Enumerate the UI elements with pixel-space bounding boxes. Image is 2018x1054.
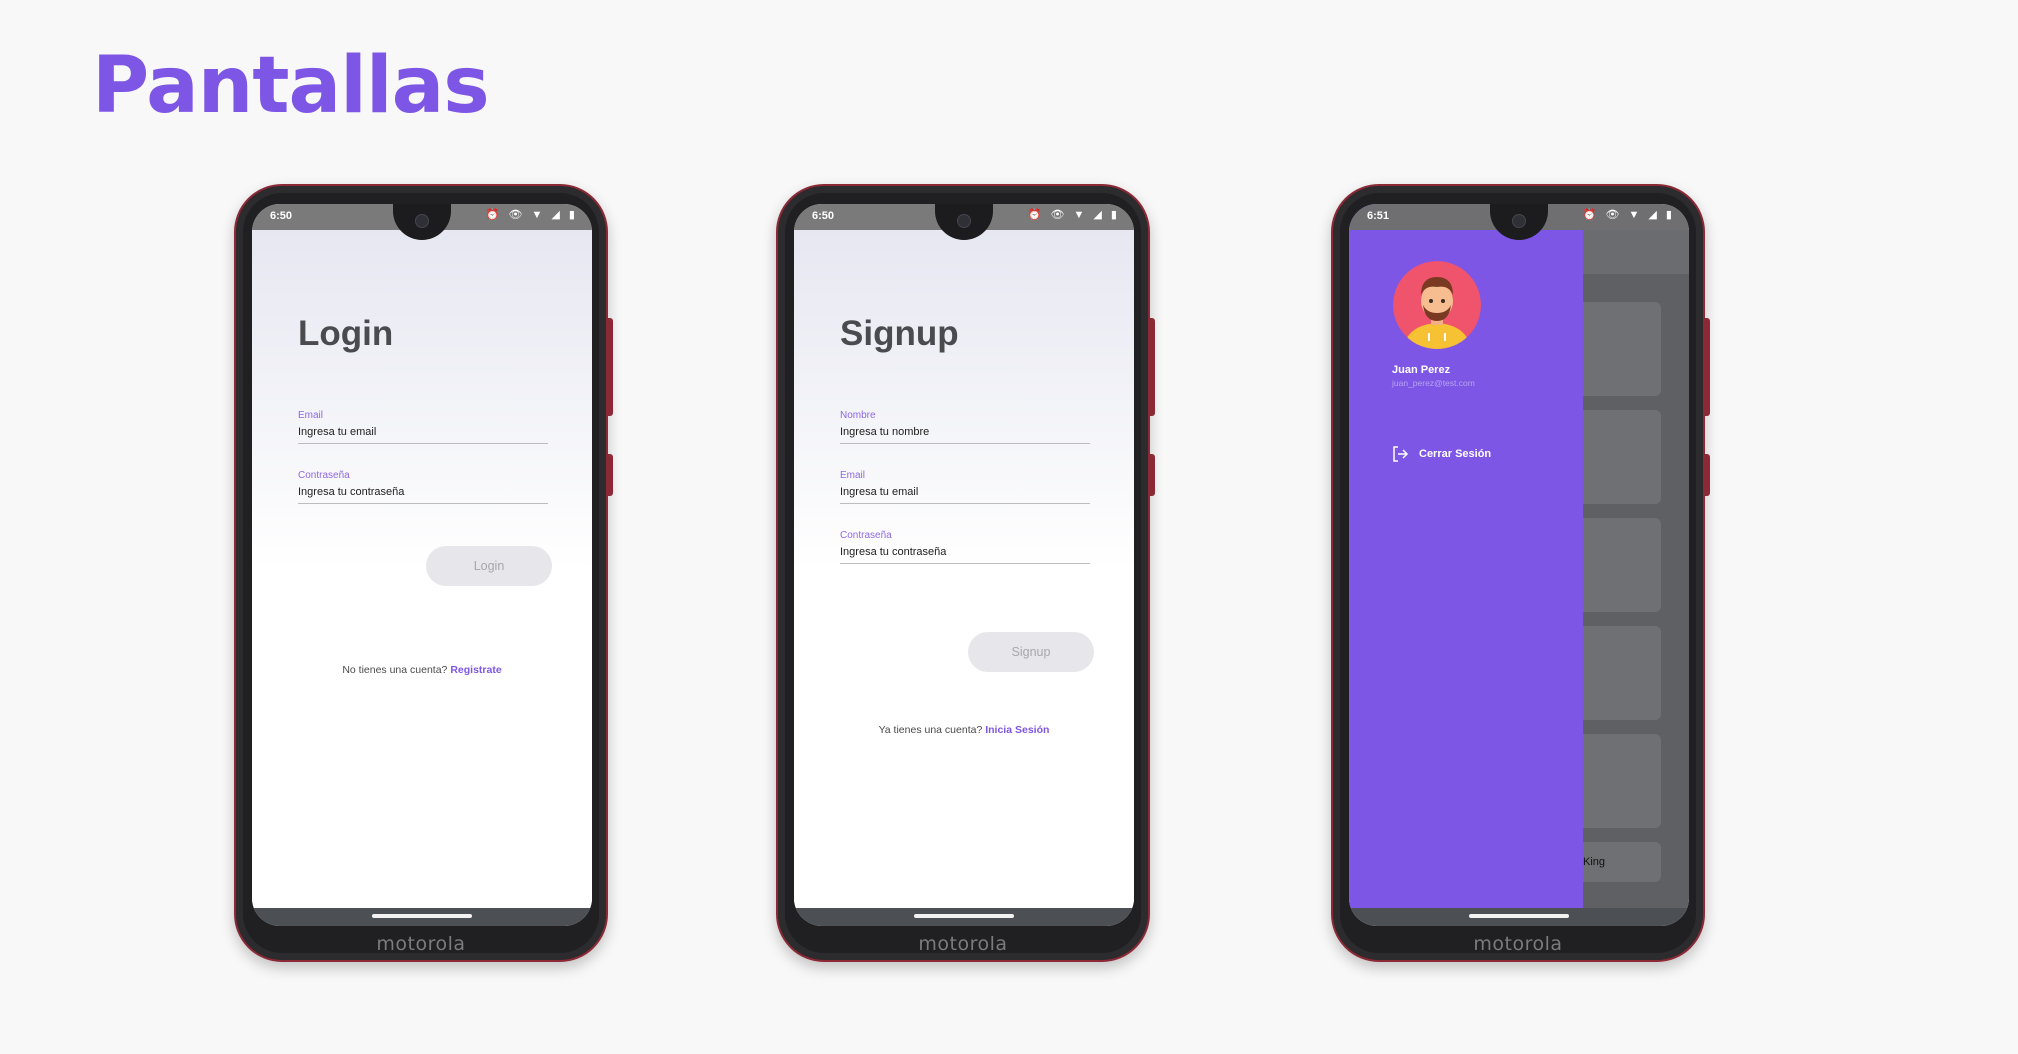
status-time: 6:50 bbox=[270, 210, 293, 222]
volume-button bbox=[1150, 318, 1155, 416]
home-card bbox=[1575, 410, 1661, 504]
login-link[interactable]: Inicia Sesión bbox=[985, 724, 1049, 736]
password-field[interactable]: Contraseña Ingresa tu contraseña bbox=[840, 530, 1090, 564]
signup-content: Signup Nombre Ingresa tu nombre Email In… bbox=[794, 230, 1134, 908]
navigation-drawer: Juan Perez juan_perez@test.com Cerrar Se… bbox=[1349, 204, 1583, 908]
name-input[interactable]: Ingresa tu nombre bbox=[840, 426, 1090, 438]
logout-label: Cerrar Sesión bbox=[1419, 448, 1492, 460]
login-screen: 6:50 ⏰ 👁 ▼ ◢ ▮ Login Email Ingresa tu em… bbox=[252, 204, 592, 926]
home-gesture-bar[interactable] bbox=[1469, 914, 1569, 918]
drawer-screen: 6:51 ⏰ 👁 ▼ ◢ ▮ King Juan Perez juan_pere… bbox=[1349, 204, 1689, 926]
avatar-icon bbox=[1393, 261, 1481, 349]
camera-icon bbox=[415, 214, 429, 228]
email-field[interactable]: Email Ingresa tu email bbox=[298, 410, 548, 444]
signup-button[interactable]: Signup bbox=[968, 632, 1094, 672]
email-label: Email bbox=[840, 470, 866, 481]
home-card-label: King bbox=[1583, 856, 1606, 868]
volume-button bbox=[1705, 318, 1710, 416]
home-card bbox=[1575, 518, 1661, 612]
brand-logo: motorola bbox=[918, 933, 1008, 955]
power-button bbox=[1705, 454, 1710, 496]
password-field[interactable]: Contraseña Ingresa tu contraseña bbox=[298, 470, 548, 504]
logout-menu-item[interactable]: Cerrar Sesión bbox=[1391, 444, 1491, 464]
signup-screen: 6:50 ⏰ 👁 ▼ ◢ ▮ Signup Nombre Ingresa tu … bbox=[794, 204, 1134, 926]
status-icons: ⏰ 👁 ▼ ◢ ▮ bbox=[485, 209, 578, 221]
home-card bbox=[1575, 626, 1661, 720]
home-card bbox=[1575, 734, 1661, 828]
status-icons: ⏰ 👁 ▼ ◢ ▮ bbox=[1027, 209, 1120, 221]
password-label: Contraseña bbox=[840, 530, 892, 541]
nav-bar bbox=[252, 908, 592, 926]
password-input[interactable]: Ingresa tu contraseña bbox=[298, 486, 548, 498]
profile-name: Juan Perez bbox=[1392, 364, 1451, 376]
power-button bbox=[1150, 454, 1155, 496]
signup-heading: Signup bbox=[840, 314, 959, 353]
password-input[interactable]: Ingresa tu contraseña bbox=[840, 546, 1090, 558]
phone-drawer: 6:51 ⏰ 👁 ▼ ◢ ▮ King Juan Perez juan_pere… bbox=[1331, 184, 1710, 962]
brand-logo: motorola bbox=[1473, 933, 1563, 955]
login-prompt-text: Ya tienes una cuenta? bbox=[878, 724, 983, 736]
login-heading: Login bbox=[298, 314, 394, 353]
camera-icon bbox=[957, 214, 971, 228]
email-field[interactable]: Email Ingresa tu email bbox=[840, 470, 1090, 504]
register-prompt-text: No tienes una cuenta? bbox=[342, 664, 448, 676]
phone-signup: 6:50 ⏰ 👁 ▼ ◢ ▮ Signup Nombre Ingresa tu … bbox=[776, 184, 1155, 962]
password-label: Contraseña bbox=[298, 470, 350, 481]
brand-logo: motorola bbox=[376, 933, 466, 955]
name-field[interactable]: Nombre Ingresa tu nombre bbox=[840, 410, 1090, 444]
status-time: 6:51 bbox=[1367, 210, 1390, 222]
status-icons: ⏰ 👁 ▼ ◢ ▮ bbox=[1582, 209, 1675, 221]
phone-login: 6:50 ⏰ 👁 ▼ ◢ ▮ Login Email Ingresa tu em… bbox=[234, 184, 613, 962]
page-title: Pantallas bbox=[92, 41, 490, 131]
login-content: Login Email Ingresa tu email Contraseña … bbox=[252, 230, 592, 908]
register-prompt: No tienes una cuenta? Registrate bbox=[252, 664, 592, 676]
home-gesture-bar[interactable] bbox=[914, 914, 1014, 918]
name-label: Nombre bbox=[840, 410, 876, 421]
logout-icon bbox=[1391, 445, 1409, 463]
email-label: Email bbox=[298, 410, 324, 421]
register-link[interactable]: Registrate bbox=[450, 664, 501, 676]
power-button bbox=[608, 454, 613, 496]
nav-bar bbox=[1349, 908, 1689, 926]
nav-bar bbox=[794, 908, 1134, 926]
camera-icon bbox=[1512, 214, 1526, 228]
email-input[interactable]: Ingresa tu email bbox=[840, 486, 1090, 498]
login-prompt: Ya tienes una cuenta? Inicia Sesión bbox=[794, 724, 1134, 736]
home-gesture-bar[interactable] bbox=[372, 914, 472, 918]
login-button[interactable]: Login bbox=[426, 546, 552, 586]
home-card bbox=[1575, 302, 1661, 396]
profile-email: juan_perez@test.com bbox=[1392, 378, 1475, 388]
volume-button bbox=[608, 318, 613, 416]
status-time: 6:50 bbox=[812, 210, 835, 222]
email-input[interactable]: Ingresa tu email bbox=[298, 426, 548, 438]
